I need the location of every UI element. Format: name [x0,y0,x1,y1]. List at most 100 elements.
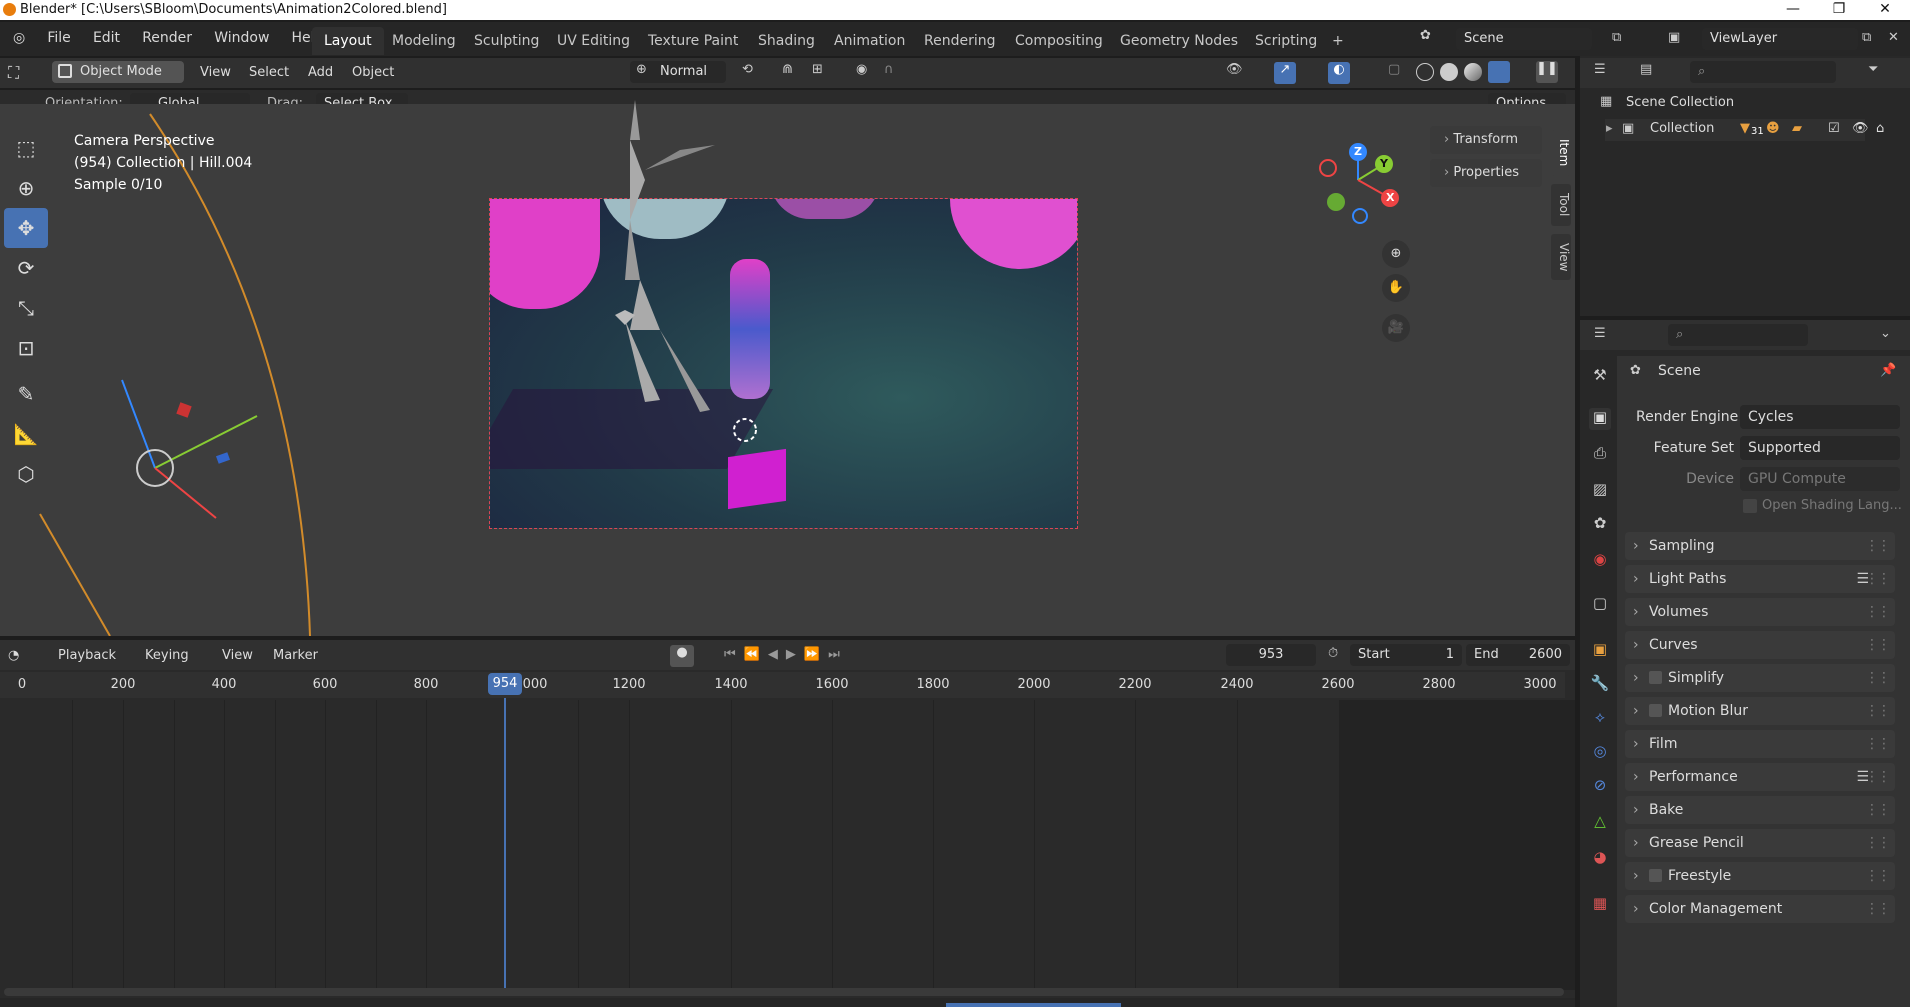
menu-file[interactable]: File [38,30,79,46]
tab-uv-editing[interactable]: UV Editing [545,27,642,55]
properties-options-icon[interactable]: ⌄ [1880,326,1891,341]
display-mode-icon[interactable]: ▤ [1640,62,1652,77]
playback-controls[interactable]: ⏮⏪◀▶⏩⏭ [724,647,848,662]
zoom-icon[interactable]: ⊕ [1382,240,1410,268]
tab-modeling[interactable]: Modeling [380,27,468,55]
motion-blur-checkbox[interactable] [1649,704,1662,717]
visibility-icon[interactable]: 👁 [1226,62,1243,77]
view-layer-tab-icon[interactable]: ▨ [1589,480,1611,502]
timeline-menu-view[interactable]: View [222,648,253,663]
falloff-icon[interactable]: ∩ [884,62,894,77]
texture-tab-icon[interactable]: ▦ [1589,894,1611,916]
physics-tab-icon[interactable]: ◎ [1589,742,1611,764]
rotate-tool-icon[interactable]: ⟳ [4,248,48,288]
sidebar-tab-tool[interactable]: Tool [1551,184,1571,226]
sidebar-tab-view[interactable]: View [1551,234,1571,280]
menu-edit[interactable]: Edit [84,30,129,46]
render-tab-icon[interactable]: ▣ [1589,408,1611,430]
material-shading-icon[interactable] [1464,63,1482,81]
freestyle-checkbox[interactable] [1649,869,1662,882]
blender-menu-icon[interactable]: ◎ [4,30,34,46]
tab-texture-paint[interactable]: Texture Paint [636,27,750,55]
scale-tool-icon[interactable]: ⤡ [4,288,48,328]
expand-chevron-icon[interactable]: ▸ [1606,121,1613,136]
tab-sculpting[interactable]: Sculpting [462,27,551,55]
filter-icon[interactable]: ⏷ [1868,62,1878,77]
menu-render[interactable]: Render [133,30,201,46]
exclude-checkbox-icon[interactable]: ☑ [1828,121,1840,136]
section-curves[interactable]: › Curves ⋮⋮ [1625,631,1895,659]
tab-geometry-nodes[interactable]: Geometry Nodes [1108,27,1250,55]
timeline-ruler[interactable]: 0 200 400 600 800 000 1200 1400 1600 180… [0,672,1565,698]
section-bake[interactable]: › Bake ⋮⋮ [1625,796,1895,824]
viewport-menu-object[interactable]: Object [352,65,394,80]
new-viewlayer-icon[interactable]: ⧉ [1862,30,1871,45]
properties-editor-type-icon[interactable]: ☰ [1594,326,1606,341]
viewport-menu-add[interactable]: Add [308,65,333,80]
tab-shading[interactable]: Shading [746,27,827,55]
move-tool-icon[interactable]: ✥ [4,208,48,248]
snap-icon[interactable]: ⋒ [782,62,793,77]
osl-checkbox[interactable] [1743,499,1757,513]
constraints-tab-icon[interactable]: ⊘ [1589,776,1611,798]
rendered-shading-icon[interactable] [1488,61,1510,83]
object-tab-icon[interactable]: ▣ [1589,640,1611,662]
timeline-editor-type-icon[interactable]: ◔ [8,648,19,663]
section-motion-blur[interactable]: › Motion Blur ⋮⋮ [1625,697,1895,725]
section-volumes[interactable]: › Volumes ⋮⋮ [1625,598,1895,626]
timeline-menu-keying[interactable]: Keying [145,648,189,663]
section-performance[interactable]: › Performance ☰ ⋮⋮ [1625,763,1895,791]
add-workspace-button[interactable]: + [1320,27,1356,55]
device-select[interactable]: GPU Compute [1740,467,1900,491]
viewport-menu-select[interactable]: Select [249,65,289,80]
tab-compositing[interactable]: Compositing [1003,27,1115,55]
tool-tab-icon[interactable]: ⚒ [1589,366,1611,388]
restore-icon[interactable]: ❐ [1816,0,1862,20]
render-camera-icon[interactable]: ⌂ [1876,121,1884,136]
wireframe-shading-icon[interactable] [1416,63,1434,81]
objects-filter-icon[interactable]: ▼ [1740,121,1750,136]
new-scene-icon[interactable]: ⧉ [1612,30,1621,45]
current-frame-field[interactable]: 953 [1226,644,1316,666]
annotate-tool-icon[interactable]: ✎ [4,374,48,414]
section-freestyle[interactable]: › Freestyle ⋮⋮ [1625,862,1895,890]
menu-window[interactable]: Window [205,30,278,46]
properties-panel-button[interactable]: › Properties [1430,159,1542,187]
properties-search-input[interactable]: ⌕ [1668,324,1808,346]
viewlayer-field[interactable]: ViewLayer [1702,28,1858,50]
scene-icon[interactable]: ✿ [1420,28,1434,43]
simplify-checkbox[interactable] [1649,671,1662,684]
tab-rendering[interactable]: Rendering [912,27,1008,55]
viewport-menu-view[interactable]: View [200,65,231,80]
armature-filter-icon[interactable]: ☻ [1766,121,1780,136]
tab-scripting[interactable]: Scripting [1243,27,1329,55]
section-grease-pencil[interactable]: › Grease Pencil ⋮⋮ [1625,829,1895,857]
section-color-management[interactable]: › Color Management ⋮⋮ [1625,895,1895,923]
add-cube-tool-icon[interactable]: ⬡ [4,454,48,494]
pause-render-icon[interactable]: ❚❚ [1536,61,1558,83]
playhead-line[interactable] [504,698,506,988]
preview-range-icon[interactable]: ⏱ [1328,646,1338,661]
section-film[interactable]: › Film ⋮⋮ [1625,730,1895,758]
pin-icon[interactable]: 📌 [1880,363,1896,378]
proportional-edit-icon[interactable]: ◉ [856,62,867,77]
collection-tab-icon[interactable]: ▢ [1589,594,1611,616]
data-tab-icon[interactable]: △ [1589,812,1611,834]
timeline-menu-marker[interactable]: Marker [273,648,318,663]
section-light-paths[interactable]: › Light Paths ☰ ⋮⋮ [1625,565,1895,593]
navigation-gizmo[interactable] [1310,138,1420,228]
pan-hand-icon[interactable]: ✋ [1382,274,1410,302]
record-icon[interactable]: ● [670,645,694,667]
collection-label[interactable]: Collection [1650,121,1714,136]
eye-icon[interactable]: 👁 [1852,121,1869,136]
viewlayer-icon[interactable]: ▣ [1668,30,1680,45]
editor-type-icon[interactable]: ⛶ [8,63,19,83]
particles-tab-icon[interactable]: ⟡ [1589,708,1611,730]
measure-tool-icon[interactable]: 📐 [4,414,48,454]
xray-icon[interactable]: ▢ [1388,62,1400,77]
start-frame-field[interactable]: Start 1 [1350,644,1462,666]
gizmo-toggle-icon[interactable]: ↗ [1274,62,1296,84]
world-tab-icon[interactable]: ◉ [1589,550,1611,572]
playhead-frame-badge[interactable]: 954 [488,673,522,695]
outliner-editor-type-icon[interactable]: ☰ [1594,62,1606,77]
